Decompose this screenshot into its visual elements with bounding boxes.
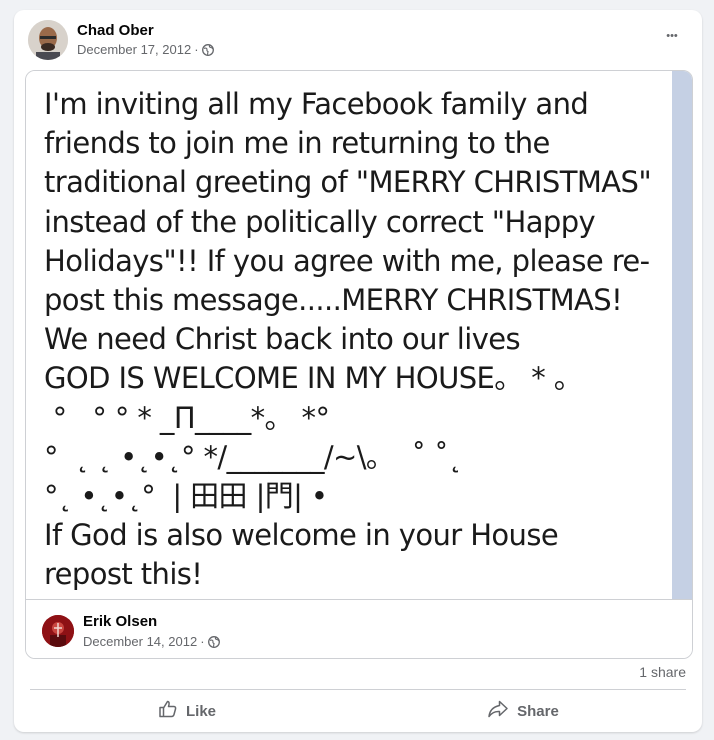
image-text: I'm inviting all my Facebook family and … <box>44 87 652 592</box>
original-author-avatar[interactable] <box>42 615 74 647</box>
post-card: Chad Ober December 17, 2012 · ••• I'm in… <box>14 10 702 732</box>
shared-post-footer: Erik Olsen December 14, 2012 · <box>26 599 692 658</box>
image-edge-strip <box>672 71 692 599</box>
shared-image[interactable]: I'm inviting all my Facebook family and … <box>26 71 692 599</box>
post-header: Chad Ober December 17, 2012 · ••• <box>14 10 702 70</box>
author-avatar[interactable] <box>28 20 68 60</box>
author-name[interactable]: Chad Ober <box>77 22 154 39</box>
meta-separator: · <box>194 42 199 57</box>
original-author-name[interactable]: Erik Olsen <box>83 613 157 630</box>
shared-post[interactable]: I'm inviting all my Facebook family and … <box>25 70 693 659</box>
meta-separator: · <box>200 634 205 649</box>
share-button[interactable]: Share <box>358 694 688 728</box>
more-horizontal-icon: ••• <box>666 30 678 42</box>
share-count[interactable]: 1 share <box>639 664 686 680</box>
like-button[interactable]: Like <box>22 694 352 728</box>
thumbs-up-icon <box>158 699 178 723</box>
share-label: Share <box>517 702 559 720</box>
post-date[interactable]: December 17, 2012 <box>77 42 191 57</box>
more-options-button[interactable]: ••• <box>660 28 684 44</box>
like-label: Like <box>185 702 216 720</box>
post-meta: December 17, 2012 · <box>77 42 214 57</box>
share-arrow-icon <box>487 699 509 723</box>
original-post-date[interactable]: December 14, 2012 <box>83 634 197 649</box>
globe-icon <box>207 635 220 648</box>
post-actions: Like Share <box>14 690 702 732</box>
original-post-meta: December 14, 2012 · <box>83 634 220 649</box>
globe-icon <box>201 43 214 56</box>
